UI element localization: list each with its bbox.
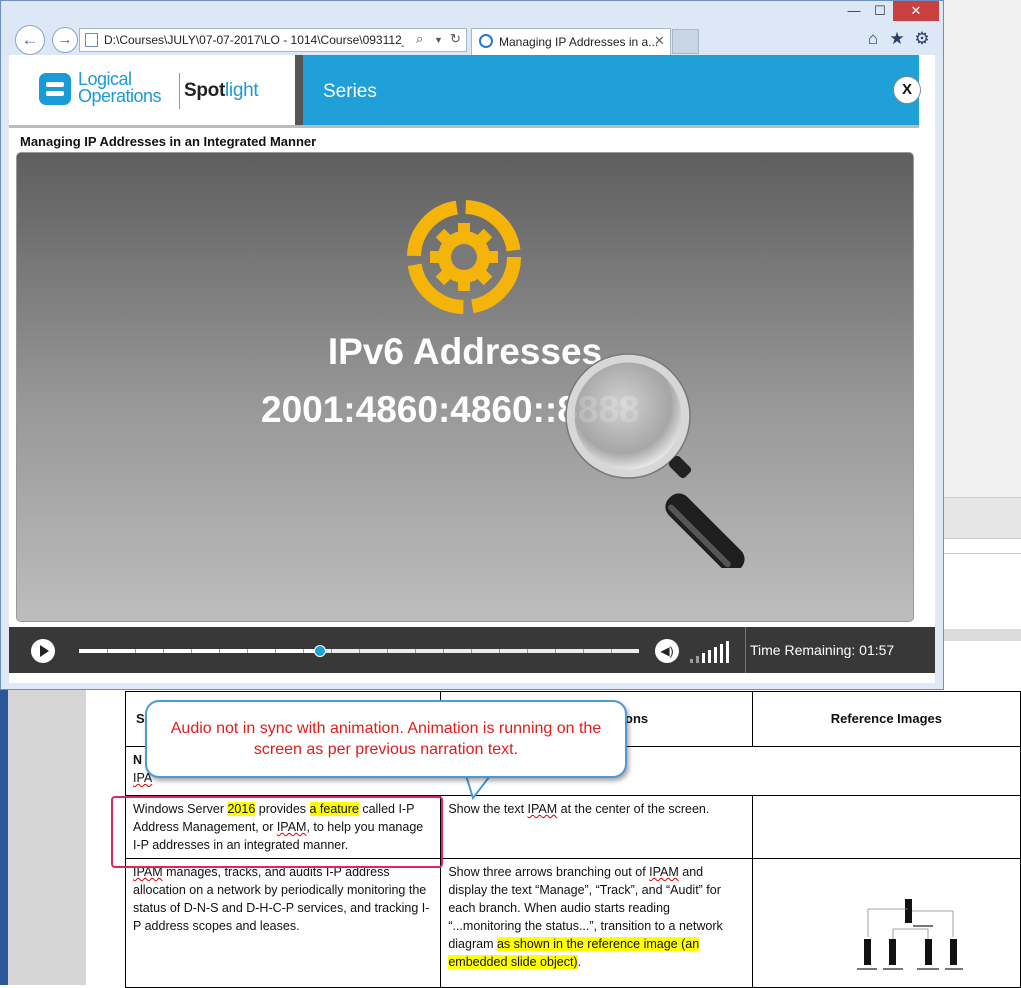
script-cell: IPAM manages, tracks, and audits I-P add…	[124, 858, 442, 988]
dropdown-icon[interactable]: ▼	[434, 35, 443, 45]
player-controls: ◀) Time Remaining: 01:57	[9, 627, 935, 673]
volume-level-bars[interactable]	[690, 639, 730, 663]
volume-button[interactable]: ◀)	[655, 639, 679, 663]
seek-tick	[163, 649, 164, 653]
series-label: Series	[323, 81, 377, 102]
seek-tick	[555, 649, 556, 653]
new-tab-button[interactable]	[672, 29, 699, 54]
player-header: Logical Operations Spotlight Series X	[9, 55, 935, 125]
logical-operations-logo-icon	[39, 73, 71, 105]
seek-tick	[611, 649, 612, 653]
seek-tick	[527, 649, 528, 653]
instruction-cell: Show three arrows branching out of IPAM …	[440, 858, 753, 988]
speaker-icon: ◀)	[660, 644, 674, 658]
favorites-star-icon[interactable]: ★	[886, 29, 908, 49]
minimize-button[interactable]: —	[841, 1, 867, 21]
forward-arrow-icon: →	[57, 31, 73, 48]
maximize-button[interactable]: ☐	[867, 1, 893, 21]
home-icon[interactable]: ⌂	[862, 29, 884, 49]
seek-tick	[219, 649, 220, 653]
close-player-button[interactable]: X	[893, 76, 921, 104]
seek-progress	[79, 649, 320, 653]
seek-tick	[415, 649, 416, 653]
seek-tick	[107, 649, 108, 653]
seek-tick	[275, 649, 276, 653]
window-close-button[interactable]: ✕	[893, 1, 939, 21]
player-content: Logical Operations Spotlight Series X Ma…	[9, 55, 935, 683]
seek-tick	[135, 649, 136, 653]
tab-close-icon[interactable]: ✕	[654, 33, 665, 49]
callout-text: Audio not in sync with animation. Animat…	[170, 720, 602, 758]
instruction-cell: Show the text IPAM at the center of the …	[440, 795, 753, 859]
ie-icon	[479, 34, 493, 48]
seek-handle[interactable]	[313, 645, 326, 657]
seek-tick	[247, 649, 248, 653]
seek-tick	[191, 649, 192, 653]
seek-tick	[359, 649, 360, 653]
browser-titlebar: ← → D:\Courses\JULY\07-07-2017\LO - 1014…	[1, 1, 943, 55]
magnifier-icon	[565, 353, 745, 568]
header-reference-images: Reference Images	[751, 691, 1021, 747]
reference-cell	[751, 795, 1021, 859]
seek-bar[interactable]	[79, 645, 639, 657]
page-icon	[85, 33, 98, 47]
slide-heading: IPv6 Addresses	[327, 331, 603, 372]
seek-tick	[387, 649, 388, 653]
seek-tick	[331, 649, 332, 653]
refresh-icon[interactable]: ↻	[450, 31, 461, 47]
tab-active[interactable]: Managing IP Addresses in a... ✕	[471, 28, 671, 55]
tab-title: Managing IP Addresses in a...	[499, 35, 659, 49]
seek-tick	[471, 649, 472, 653]
gear-icon	[407, 200, 521, 314]
address-bar[interactable]: D:\Courses\JULY\07-07-2017\LO - 1014\Cou…	[79, 28, 467, 52]
play-button[interactable]	[31, 639, 55, 663]
search-icon[interactable]: ⌕	[416, 31, 423, 47]
address-url[interactable]: D:\Courses\JULY\07-07-2017\LO - 1014\Cou…	[104, 33, 404, 47]
browser-window: ← → D:\Courses\JULY\07-07-2017\LO - 1014…	[0, 0, 944, 690]
seek-tick	[303, 649, 304, 653]
seek-tick	[443, 649, 444, 653]
spotlight-logo: Spotlight	[184, 80, 259, 101]
back-arrow-icon: ←	[21, 30, 39, 49]
brand-line2: Operations	[78, 86, 162, 106]
document-gutter	[8, 688, 86, 985]
settings-gear-icon[interactable]: ⚙	[911, 29, 933, 49]
video-title: Managing IP Addresses in an Integrated M…	[20, 134, 317, 149]
video-stage[interactable]: IPv6 Addresses 2001:4860:4860::8888	[16, 152, 914, 622]
back-button[interactable]: ←	[15, 25, 45, 55]
forward-button[interactable]: →	[52, 27, 78, 53]
seek-tick	[583, 649, 584, 653]
series-bar: Series X	[295, 55, 921, 125]
review-callout: Audio not in sync with animation. Animat…	[145, 700, 627, 778]
seek-tick	[499, 649, 500, 653]
network-diagram-thumbnail[interactable]	[853, 895, 965, 975]
brand-logo: Logical Operations Spotlight	[9, 55, 295, 125]
highlight-box	[111, 796, 443, 868]
background-window-pane	[944, 0, 1021, 690]
time-remaining: Time Remaining: 01:57	[750, 642, 895, 658]
